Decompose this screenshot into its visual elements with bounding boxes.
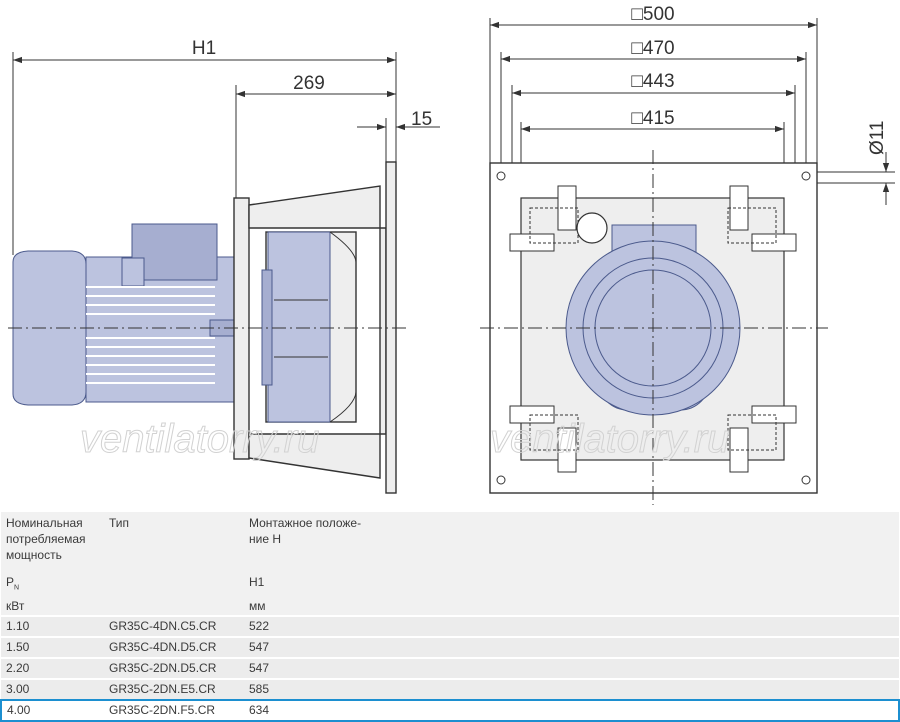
header-type: Тип: [104, 512, 244, 573]
cell-type: GR35C-4DN.C5.CR: [104, 615, 244, 638]
cell-h1: 634: [244, 699, 377, 722]
cell-power: 1.10: [1, 615, 104, 638]
cell-h1: 547: [244, 636, 377, 659]
hole-diameter-label: Ø11: [867, 120, 888, 155]
specification-table: Номинальная потребляемая мощность Тип Мо…: [0, 512, 900, 722]
table-row[interactable]: 1.50 GR35C-4DN.D5.CR 547: [1, 636, 899, 659]
table-row-selected[interactable]: 4.00 GR35C-2DN.F5.CR 634: [0, 699, 900, 722]
cell-h1: 585: [244, 678, 377, 701]
dim-443-label: □443: [631, 71, 674, 92]
cell-type: GR35C-2DN.D5.CR: [104, 657, 244, 680]
cell-power: 2.20: [1, 657, 104, 680]
unit-power: кВт: [1, 597, 104, 617]
cell-type: GR35C-2DN.E5.CR: [104, 678, 244, 701]
header-power: Номинальная потребляемая мощность: [1, 512, 104, 573]
cell-h1: 547: [244, 657, 377, 680]
table-row[interactable]: 3.00 GR35C-2DN.E5.CR 585: [1, 678, 899, 701]
header-h1: H1: [244, 573, 377, 598]
dim-415-label: □415: [631, 108, 674, 129]
terminal-box: [131, 223, 218, 281]
cell-power: 3.00: [1, 678, 104, 701]
cell-type: GR35C-4DN.D5.CR: [104, 636, 244, 659]
dim-500-label: □500: [631, 4, 674, 25]
cell-power: 1.50: [1, 636, 104, 659]
cable-opening: [576, 212, 608, 244]
cell-power: 4.00: [0, 699, 104, 722]
table-row[interactable]: 2.20 GR35C-2DN.D5.CR 547: [1, 657, 899, 680]
dim-15-label: 15: [411, 109, 432, 130]
dim-269-label: 269: [293, 73, 325, 94]
cell-h1: 522: [244, 615, 377, 638]
watermark-left: ventilatorry.ru: [80, 417, 319, 461]
header-mount: Монтажное положе-ние H: [244, 512, 377, 573]
technical-drawing: H1 269 15 □500 □470 □443 □415 Ø11 ventil…: [8, 4, 895, 505]
unit-mm: мм: [244, 597, 377, 617]
header-power-symbol: PN: [1, 573, 104, 598]
dim-470-label: □470: [631, 38, 674, 59]
h1-dimension-label: H1: [192, 38, 216, 59]
cell-type: GR35C-2DN.F5.CR: [104, 699, 244, 722]
watermark-right: ventilatorry.ru: [490, 417, 729, 461]
motor: [12, 223, 237, 406]
table-row[interactable]: 1.10 GR35C-4DN.C5.CR 522: [1, 615, 899, 638]
